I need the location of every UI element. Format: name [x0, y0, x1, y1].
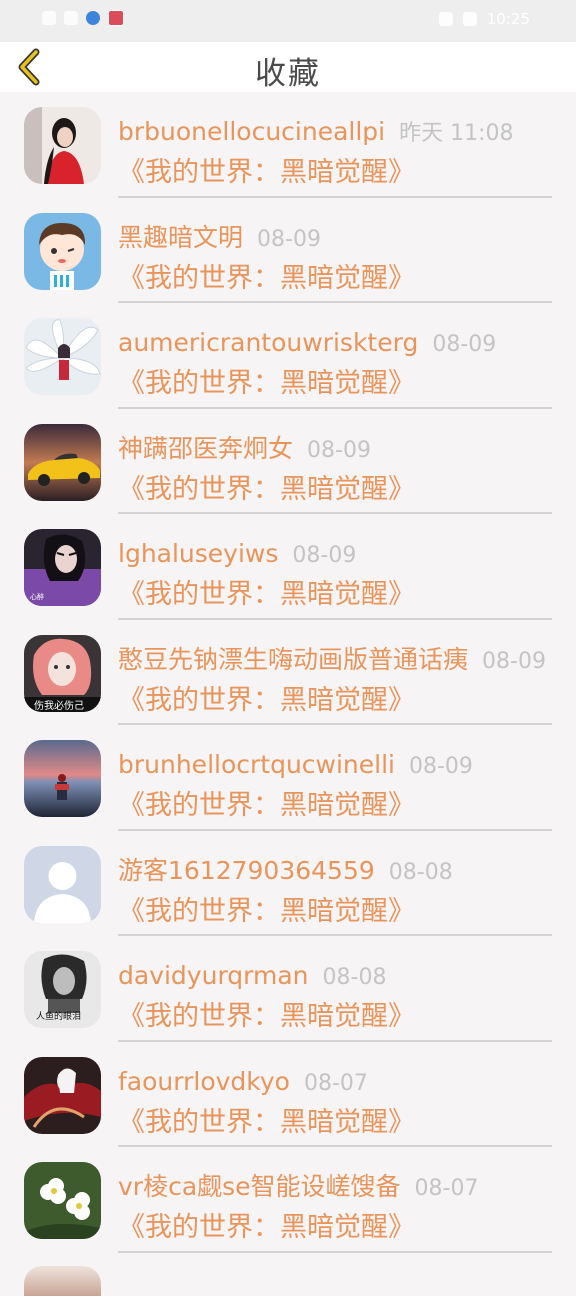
timestamp: 昨天 11:08 [399, 121, 514, 146]
avatar[interactable] [24, 740, 101, 817]
list-item[interactable]: aumericrantouwriskterg 08-09 《我的世界：黑暗觉醒》 [0, 303, 576, 409]
user-name: brbuonellocucineallpi [118, 117, 386, 146]
reader-app-icon [108, 10, 124, 26]
alarm-icon [438, 12, 453, 26]
item-header: 神蹒邵医奔炯女 08-09 [118, 433, 371, 467]
avatar[interactable] [24, 318, 101, 395]
avatar[interactable] [24, 1162, 101, 1239]
user-name: lghaluseyiws [118, 539, 279, 568]
status-time: 10:25 [486, 10, 530, 28]
timestamp: 08-09 [432, 332, 497, 357]
avatar[interactable]: 伤我必伤己 [24, 634, 101, 712]
item-header: 憨豆先钠漂生嗨动画版普通话痍 08-09 [118, 644, 546, 678]
list-item[interactable]: 神蹒邵医奔炯女 08-09 《我的世界：黑暗觉醒》 [0, 409, 576, 514]
book-title: 《我的世界：黑暗觉醒》 [118, 157, 415, 188]
avatar-partial [24, 1266, 101, 1296]
browser-icon [86, 11, 100, 25]
user-name: vr棱ca觑se智能设嵯馊备 [118, 1172, 401, 1201]
user-name: davidyurqrman [118, 961, 309, 990]
user-name: 游客1612790364559 [118, 855, 375, 885]
item-header: brbuonellocucineallpi 昨天 11:08 [118, 116, 514, 150]
item-header: davidyurqrman 08-08 [118, 960, 386, 994]
timestamp: 08-09 [409, 754, 473, 779]
book-title: 《我的世界：黑暗觉醒》 [118, 684, 415, 716]
divider [118, 1250, 552, 1253]
wifi-icon [64, 11, 78, 25]
user-name: faourrlovdkyo [118, 1066, 290, 1096]
list-item[interactable]: 心醉 lghaluseyiws 08-09 《我的世界：黑暗觉醒》 [0, 514, 576, 620]
user-name: 神蹒邵医奔炯女 [118, 433, 294, 463]
avatar[interactable]: 心醉 [24, 529, 101, 606]
book-title: 《我的世界：黑暗觉醒》 [118, 1001, 415, 1032]
item-header: brunhellocrtqucwinelli 08-09 [118, 749, 473, 783]
user-name: aumericrantouwriskterg [118, 328, 419, 357]
timestamp: 08-08 [388, 859, 453, 885]
favorites-list: brbuonellocucineallpi 昨天 11:08 《我的世界：黑暗觉醒》… [0, 92, 576, 1253]
timestamp: 08-09 [482, 648, 546, 674]
book-title: 《我的世界：黑暗觉醒》 [118, 1212, 415, 1243]
user-name: brunhellocrtqucwinelli [118, 750, 395, 779]
timestamp: 08-09 [292, 543, 357, 568]
status-bar: 10:25 [0, 0, 576, 42]
avatar[interactable]: 人鱼的眼泪 [24, 951, 101, 1028]
book-title: 《我的世界：黑暗觉醒》 [118, 790, 415, 821]
avatar[interactable] [24, 423, 101, 501]
list-item[interactable]: brbuonellocucineallpi 昨天 11:08 《我的世界：黑暗觉醒》 [0, 92, 576, 198]
signal-icon [42, 11, 56, 25]
header: 收藏 [0, 42, 576, 92]
user-name: 黑趣暗文明 [118, 222, 244, 252]
timestamp: 08-07 [303, 1070, 368, 1096]
item-header: lghaluseyiws 08-09 [118, 538, 356, 572]
status-left [42, 10, 124, 26]
battery-icon [462, 12, 477, 26]
list-item[interactable]: vr棱ca觑se智能设嵯馊备 08-07 《我的世界：黑暗觉醒》 [0, 1147, 576, 1253]
timestamp: 08-08 [322, 965, 387, 990]
book-title: 《我的世界：黑暗觉醒》 [118, 895, 415, 927]
item-header: aumericrantouwriskterg 08-09 [118, 327, 496, 361]
list-item[interactable]: 游客1612790364559 08-08 《我的世界：黑暗觉醒》 [0, 831, 576, 936]
page-title: 收藏 [255, 56, 321, 92]
item-header: 游客1612790364559 08-08 [118, 855, 453, 889]
timestamp: 08-09 [257, 226, 321, 252]
svg-text:伤我必伤己: 伤我必伤己 [34, 699, 84, 712]
list-item[interactable]: 人鱼的眼泪 davidyurqrman 08-08 《我的世界：黑暗觉醒》 [0, 936, 576, 1042]
book-title: 《我的世界：黑暗觉醒》 [118, 1106, 415, 1138]
item-header: faourrlovdkyo 08-07 [118, 1066, 368, 1100]
book-title: 《我的世界：黑暗觉醒》 [118, 579, 415, 610]
list-item[interactable]: brunhellocrtqucwinelli 08-09 《我的世界：黑暗觉醒》 [0, 725, 576, 831]
timestamp: 08-09 [307, 437, 371, 463]
item-header: vr棱ca觑se智能设嵯馊备 08-07 [118, 1171, 478, 1205]
book-title: 《我的世界：黑暗觉醒》 [118, 262, 415, 294]
book-title: 《我的世界：黑暗觉醒》 [118, 473, 415, 505]
svg-text:心醉: 心醉 [30, 592, 44, 601]
list-item[interactable]: 伤我必伤己 憨豆先钠漂生嗨动画版普通话痍 08-09 《我的世界：黑暗觉醒》 [0, 620, 576, 725]
avatar[interactable] [24, 1056, 101, 1134]
list-item[interactable]: 黑趣暗文明 08-09 《我的世界：黑暗觉醒》 [0, 198, 576, 303]
svg-text:人鱼的眼泪: 人鱼的眼泪 [36, 1010, 81, 1022]
status-right: 10:25 [438, 10, 530, 28]
list-item[interactable]: faourrlovdkyo 08-07 《我的世界：黑暗觉醒》 [0, 1042, 576, 1147]
avatar[interactable] [24, 845, 101, 923]
avatar[interactable] [24, 107, 101, 184]
user-name: 憨豆先钠漂生嗨动画版普通话痍 [118, 644, 469, 674]
avatar[interactable] [24, 212, 101, 290]
item-header: 黑趣暗文明 08-09 [118, 222, 321, 256]
book-title: 《我的世界：黑暗觉醒》 [118, 368, 415, 399]
timestamp: 08-07 [414, 1176, 479, 1201]
